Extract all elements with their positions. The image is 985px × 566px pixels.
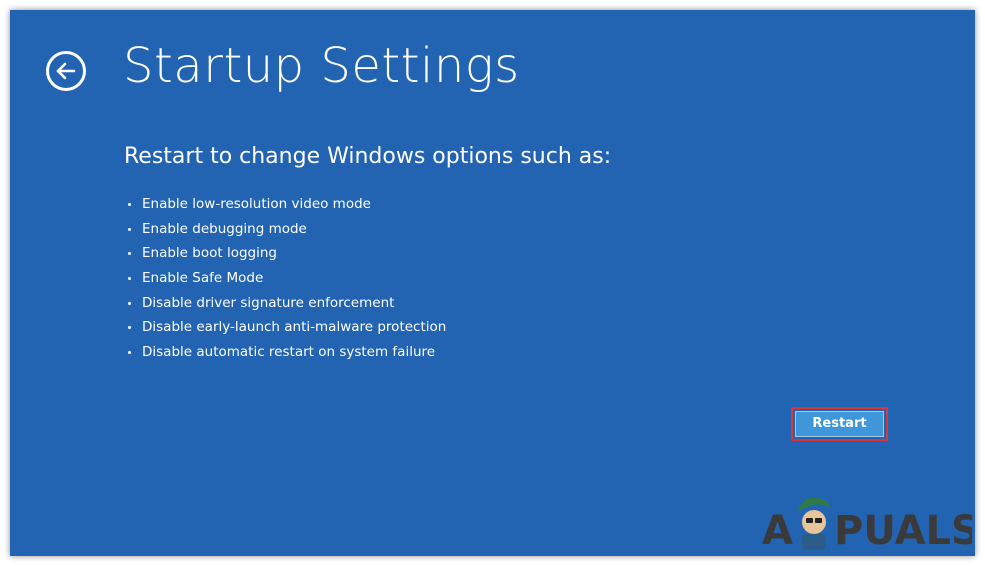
restart-button[interactable]: Restart (795, 411, 884, 437)
list-item: Enable boot logging (124, 241, 446, 266)
bullet-icon (128, 326, 131, 330)
option-label: Disable automatic restart on system fail… (142, 344, 436, 361)
bullet-icon (128, 227, 131, 231)
bullet-icon (128, 277, 131, 281)
option-label: Enable debugging mode (142, 220, 307, 237)
list-item: Disable early-launch anti-malware protec… (124, 315, 446, 340)
appuals-logo: A PUALS (762, 497, 972, 552)
back-arrow-icon (56, 62, 76, 80)
back-button[interactable] (46, 51, 86, 91)
list-item: Disable automatic restart on system fail… (124, 340, 446, 365)
list-item: Enable debugging mode (124, 217, 446, 242)
options-list: Enable low-resolution video mode Enable … (124, 192, 446, 365)
subtitle: Restart to change Windows options such a… (124, 144, 612, 169)
option-label: Disable early-launch anti-malware protec… (142, 319, 447, 336)
option-label: Enable Safe Mode (142, 270, 264, 287)
bullet-icon (128, 252, 131, 256)
bullet-icon (128, 351, 131, 355)
bullet-icon (128, 203, 131, 206)
list-item: Enable Safe Mode (124, 266, 446, 291)
option-label: Enable boot logging (142, 245, 277, 262)
mascot-icon (798, 497, 830, 550)
list-item: Enable low-resolution video mode (124, 192, 446, 217)
page-title: Startup Settings (123, 38, 520, 94)
startup-settings-screen: Startup Settings Restart to change Windo… (10, 10, 975, 556)
svg-text:PUALS: PUALS (834, 508, 972, 552)
svg-text:A: A (762, 508, 793, 552)
option-label: Enable low-resolution video mode (142, 196, 371, 212)
bullet-icon (128, 301, 131, 305)
list-item: Disable driver signature enforcement (124, 291, 446, 316)
option-label: Disable driver signature enforcement (142, 294, 395, 311)
